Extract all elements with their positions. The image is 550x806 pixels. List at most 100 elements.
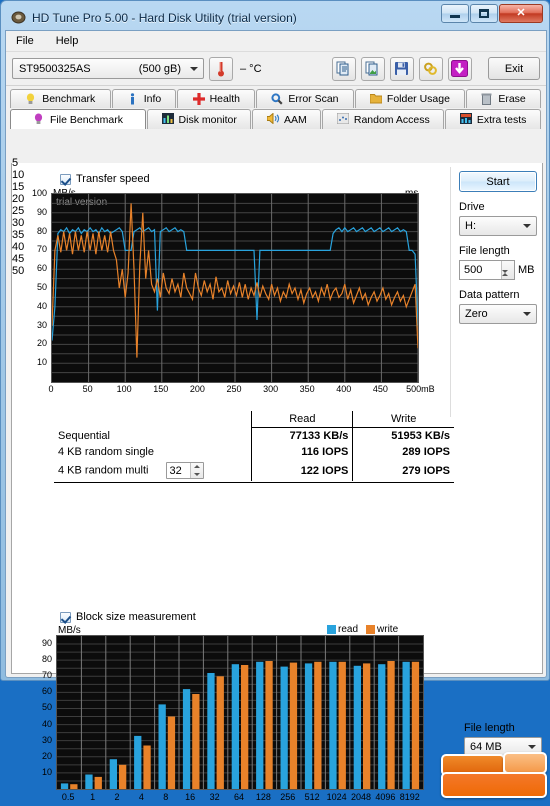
- tab-file-benchmark[interactable]: File Benchmark: [10, 109, 146, 129]
- results-row-1-read: 116 IOPS: [251, 444, 353, 460]
- drive-selector-capacity: (500 gB): [138, 62, 181, 75]
- file-length-down[interactable]: [502, 270, 514, 285]
- top-y-tick: 90: [36, 206, 47, 217]
- scatter-icon: [336, 112, 350, 126]
- bottom-y-tick: 10: [41, 766, 52, 777]
- start-button[interactable]: Start: [459, 171, 537, 192]
- chevron-down-icon: [190, 66, 198, 71]
- results-row-2-text: 4 KB random multi: [58, 464, 149, 477]
- top-x-tick: 350: [299, 384, 315, 394]
- table-row: 4 KB random multi 32 122 IOPS 279 IOPS: [54, 460, 454, 481]
- block-size-label: Block size measurement: [76, 611, 196, 623]
- drive-selector[interactable]: ST9500325AS (500 gB): [12, 58, 204, 79]
- options-button[interactable]: [418, 56, 443, 81]
- results-header-blank: [54, 411, 252, 428]
- bottom-x-tick: 512: [304, 792, 320, 802]
- title-bar: HD Tune Pro 5.00 - Hard Disk Utility (tr…: [5, 4, 545, 30]
- extra-tests-icon: [459, 113, 473, 126]
- transfer-speed-plot: [52, 194, 418, 382]
- top-y-tick: 50: [36, 282, 47, 292]
- caret-down-icon: [193, 472, 200, 476]
- top-y-tick: 40: [36, 300, 47, 311]
- tab-disk-monitor[interactable]: Disk monitor: [147, 109, 252, 129]
- toolbar: ST9500325AS (500 gB) – °C Exit: [6, 52, 546, 86]
- tab-benchmark-label: Benchmark: [42, 93, 96, 105]
- drive-selector-model: ST9500325AS: [19, 62, 91, 75]
- tab-error-scan[interactable]: Error Scan: [256, 89, 354, 108]
- tab-info[interactable]: Info: [111, 89, 177, 108]
- results-row-2-write: 279 IOPS: [352, 460, 454, 481]
- bottom-x-tick: 32: [209, 792, 220, 802]
- copy-icon: [336, 61, 349, 76]
- results-table: Read Write Sequential 77133 KB/s 51953 K…: [54, 411, 454, 483]
- tab-info-label: Info: [143, 93, 162, 105]
- top-x-tick: 250: [226, 384, 242, 394]
- tab-erase[interactable]: Erase: [466, 89, 541, 108]
- tab-aam[interactable]: AAM: [252, 109, 322, 129]
- queue-depth-down[interactable]: [191, 471, 203, 479]
- drive-combo-value: H:: [465, 220, 476, 232]
- health-cross-icon: [192, 92, 206, 106]
- results-row-1-label: 4 KB random single: [58, 446, 154, 458]
- tab-extra-tests[interactable]: Extra tests: [445, 109, 541, 129]
- tab-file-benchmark-label: File Benchmark: [50, 113, 123, 126]
- maximize-button[interactable]: [470, 4, 498, 23]
- download-button[interactable]: [447, 56, 472, 81]
- transfer-speed-checkbox[interactable]: Transfer speed: [60, 173, 150, 185]
- bottom-x-tick: 2: [114, 792, 120, 802]
- file-benchmark-panel: Transfer speed MB/s ms trial version 102…: [11, 157, 547, 802]
- block-size-plot: [57, 636, 423, 789]
- bottom-x-tick: 8: [163, 792, 169, 802]
- file-length-input[interactable]: 500: [459, 260, 515, 285]
- settings-gear-icon: [424, 62, 437, 75]
- close-button[interactable]: ✕: [499, 4, 543, 23]
- tab-extra-tests-label: Extra tests: [476, 113, 527, 126]
- data-pattern-value: Zero: [465, 308, 488, 320]
- tab-folder-usage[interactable]: Folder Usage: [354, 89, 466, 108]
- exit-button[interactable]: Exit: [488, 57, 540, 80]
- top-x-tick: 50: [82, 384, 93, 394]
- tab-disk-monitor-label: Disk monitor: [178, 113, 237, 126]
- bottom-x-tick: 2048: [350, 792, 372, 802]
- top-y-tick: 10: [36, 357, 47, 368]
- tab-health[interactable]: Health: [177, 89, 256, 108]
- queue-depth-up[interactable]: [191, 463, 203, 471]
- bottom-x-tick: 8192: [399, 792, 420, 802]
- queue-depth-buttons[interactable]: [189, 463, 203, 479]
- bottom-y-tick: 40: [41, 718, 52, 729]
- results-row-0-label: Sequential: [58, 429, 110, 442]
- legend-write: write: [366, 624, 398, 635]
- temperature-button[interactable]: [209, 56, 233, 81]
- tab-folder-usage-label: Folder Usage: [386, 93, 450, 105]
- bottom-y-tick: 50: [41, 702, 52, 713]
- copy-image-button[interactable]: [360, 56, 385, 81]
- top-y-tick: 20: [36, 338, 47, 349]
- brand-logo: [441, 748, 547, 804]
- drive-combo[interactable]: H:: [459, 216, 537, 236]
- copy-button[interactable]: [331, 56, 356, 81]
- minimize-button[interactable]: [441, 4, 469, 23]
- menu-help[interactable]: Help: [54, 33, 89, 49]
- top-x-tick: 300: [263, 384, 279, 394]
- transfer-speed-label: Transfer speed: [76, 173, 150, 185]
- caret-down-icon: [502, 270, 508, 285]
- table-row: 4 KB random single 116 IOPS 289 IOPS: [54, 444, 454, 460]
- queue-depth-stepper[interactable]: 32: [165, 462, 204, 479]
- results-row-0-read: 77133 KB/s: [251, 427, 353, 444]
- tab-bar: Benchmark Info Health Error Scan Folder …: [6, 86, 546, 129]
- temperature-value: – °C: [240, 62, 262, 75]
- lightbulb-icon: [25, 93, 38, 106]
- table-row: Sequential 77133 KB/s 51953 KB/s: [54, 427, 454, 444]
- block-size-checkbox[interactable]: Block size measurement: [60, 611, 196, 623]
- file-length-stepper[interactable]: [501, 261, 514, 285]
- bottom-x-tick: 1024: [326, 792, 347, 802]
- tab-random-access[interactable]: Random Access: [322, 109, 445, 129]
- tab-benchmark[interactable]: Benchmark: [10, 89, 111, 108]
- legend-read: read: [327, 624, 358, 635]
- bottom-y-tick: 80: [41, 654, 52, 665]
- menu-file[interactable]: File: [14, 33, 44, 49]
- data-pattern-combo[interactable]: Zero: [459, 304, 537, 324]
- bottom-x-tick: 64: [233, 792, 245, 802]
- save-button[interactable]: [389, 56, 414, 81]
- speaker-icon: [266, 112, 280, 126]
